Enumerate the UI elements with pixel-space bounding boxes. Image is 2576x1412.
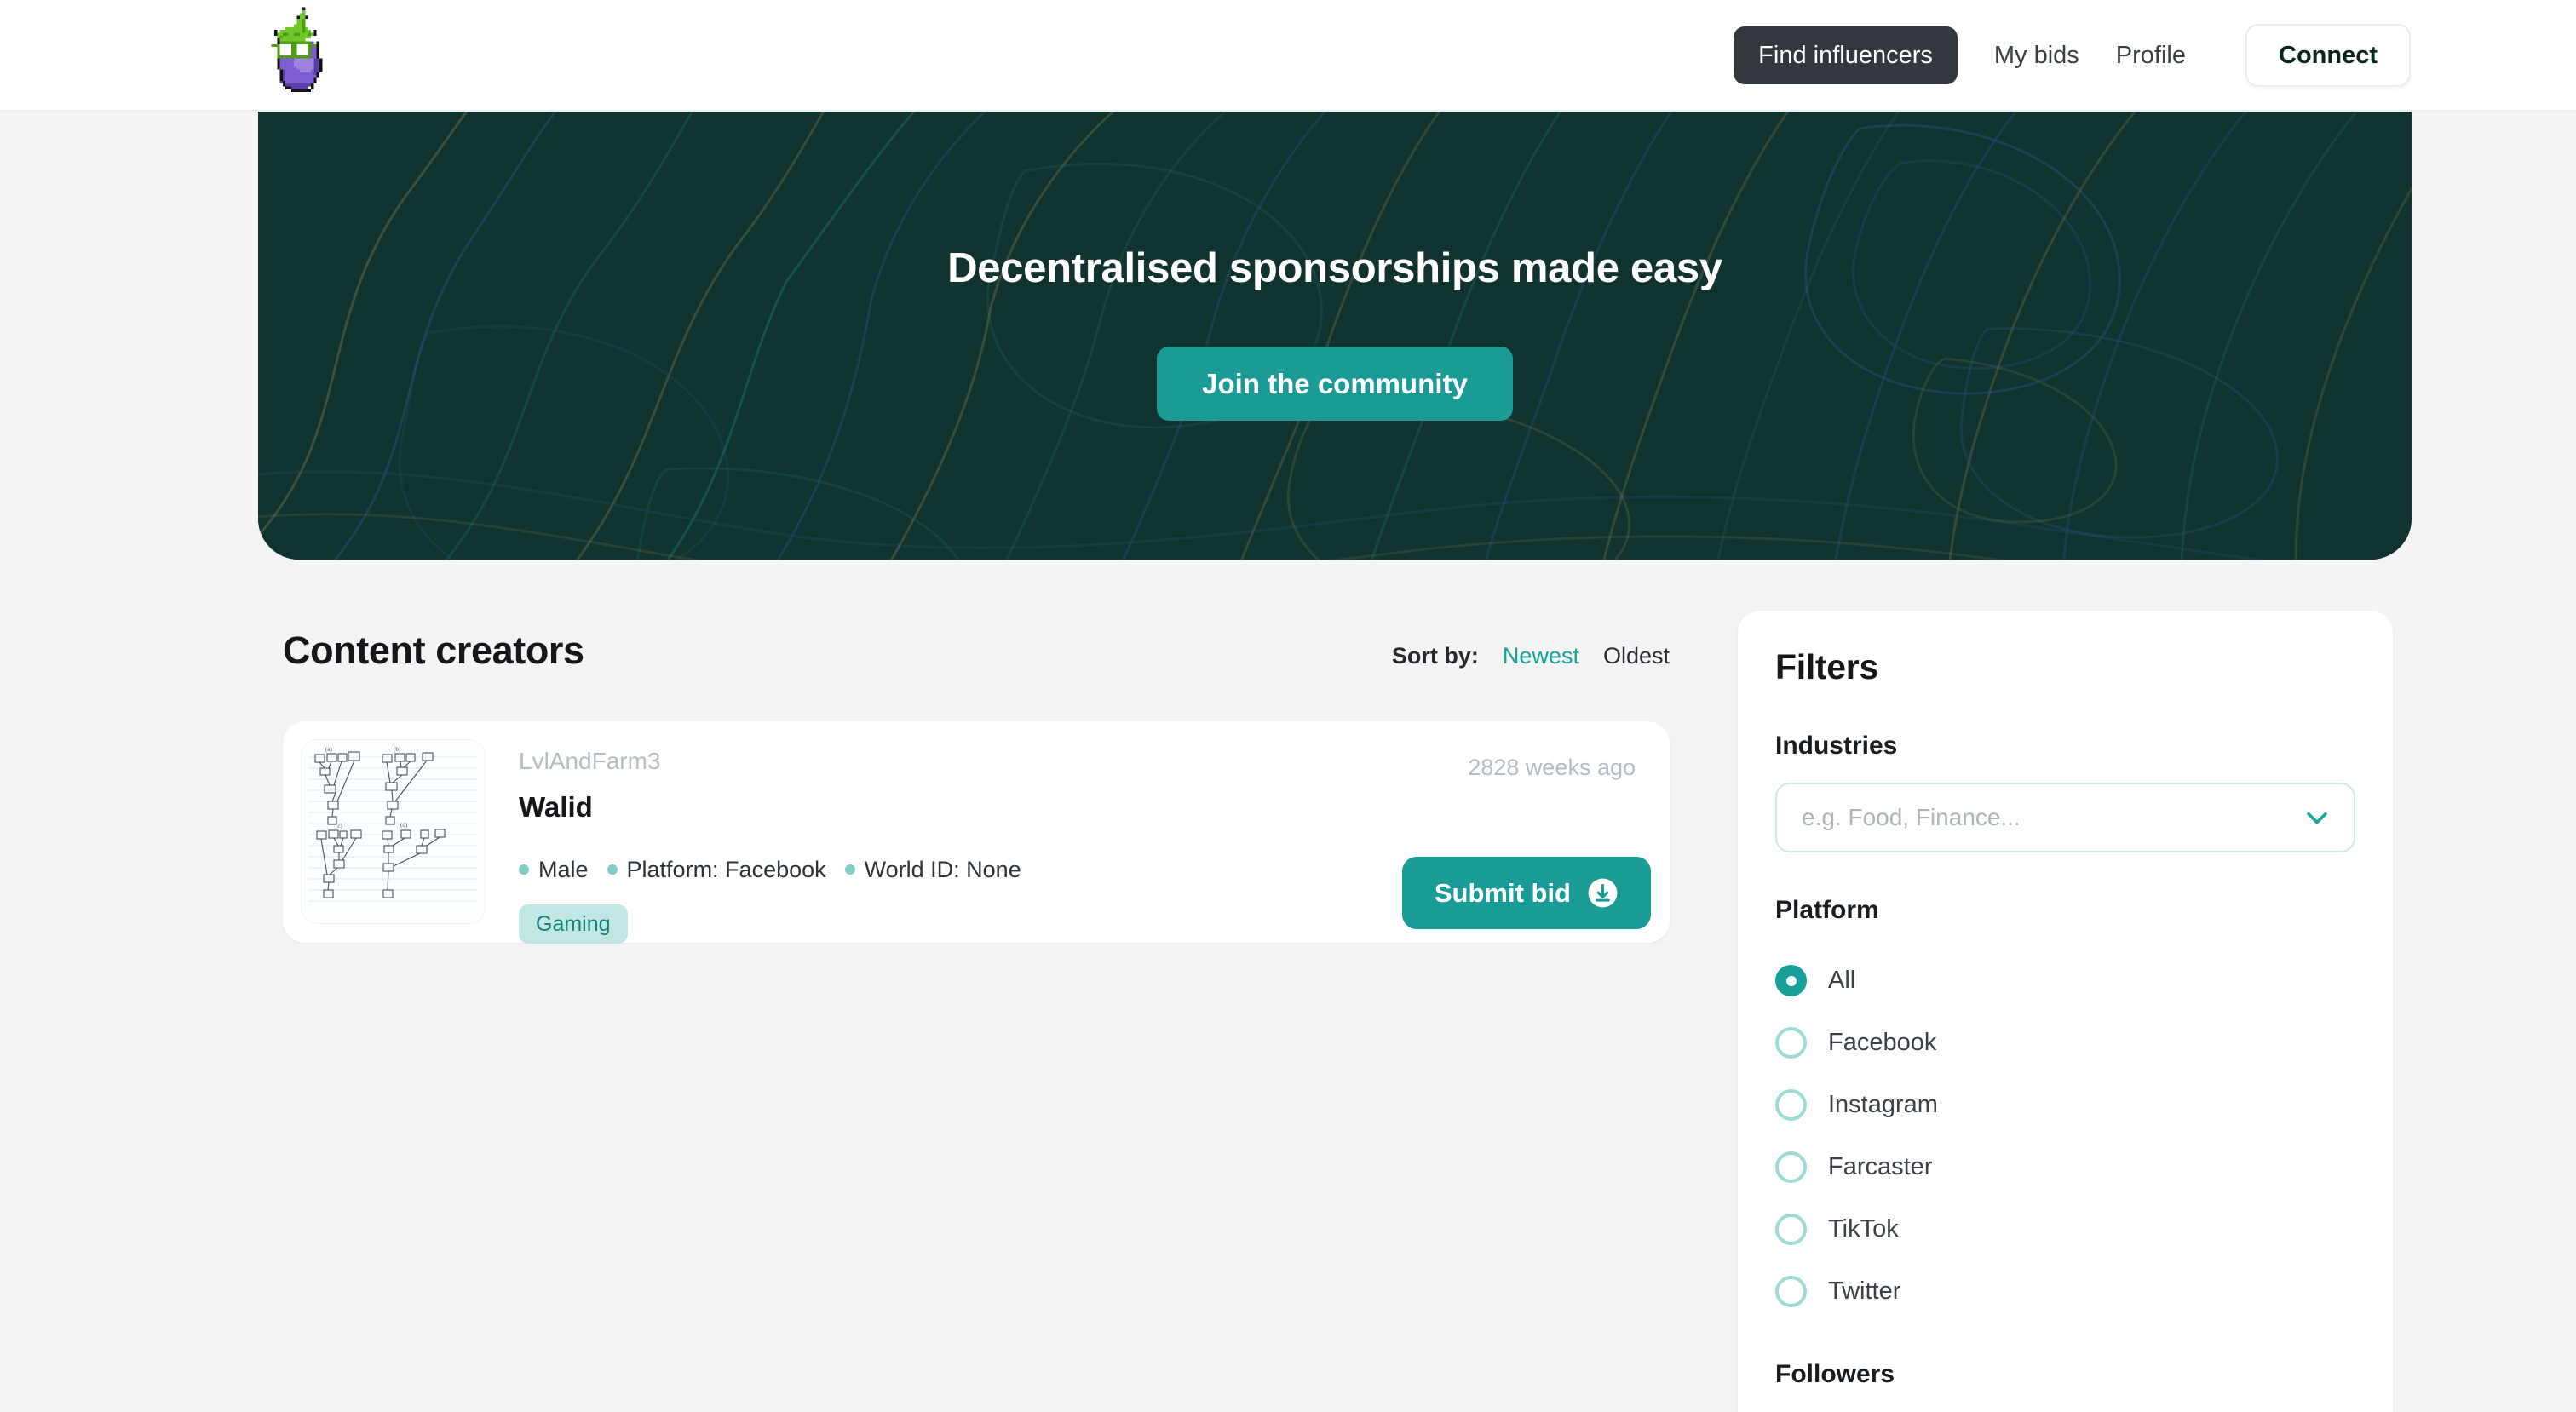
radio-icon[interactable] — [1775, 1151, 1807, 1184]
submit-bid-label: Submit bid — [1434, 877, 1571, 908]
eggplant-pixel-logo[interactable] — [266, 7, 356, 104]
creator-meta-platform-label: Platform: Facebook — [626, 857, 826, 883]
chevron-down-icon — [2307, 812, 2327, 824]
radio-icon[interactable] — [1775, 1214, 1807, 1246]
hero-banner: Decentralised sponsorships made easy Joi… — [258, 112, 2412, 560]
creator-meta-worldid-label: World ID: None — [864, 857, 1021, 883]
bullet-dot-icon — [844, 864, 855, 875]
sort-option-newest[interactable]: Newest — [1503, 642, 1579, 669]
platform-option-facebook[interactable]: Facebook — [1775, 1012, 2355, 1074]
platform-option-tiktok[interactable]: TikTok — [1775, 1198, 2355, 1260]
platform-option-instagram-label: Instagram — [1828, 1091, 1938, 1119]
creator-meta-gender-label: Male — [538, 857, 589, 883]
creator-card[interactable]: (a) (b) (c) (d) LvlAndFarm3 2828 weeks a… — [283, 721, 1670, 944]
creator-name: Walid — [519, 790, 593, 823]
creator-timestamp: 2828 weeks ago — [1468, 755, 1636, 780]
creator-meta-platform: Platform: Facebook — [607, 856, 826, 883]
platform-option-all-label: All — [1828, 967, 1856, 995]
radio-icon[interactable] — [1775, 1276, 1807, 1308]
download-circle-icon — [1588, 878, 1618, 908]
platform-option-twitter[interactable]: Twitter — [1775, 1260, 2355, 1323]
radio-icon[interactable] — [1775, 1089, 1807, 1122]
industries-select[interactable]: e.g. Food, Finance... — [1775, 783, 2355, 853]
platform-option-farcaster-label: Farcaster — [1828, 1153, 1933, 1181]
platform-radio-group: All Facebook Instagram Farcaster TikTok … — [1775, 950, 2355, 1323]
filters-panel: Filters Industries e.g. Food, Finance...… — [1738, 611, 2393, 1412]
industries-placeholder: e.g. Food, Finance... — [1802, 804, 2021, 831]
platform-option-instagram[interactable]: Instagram — [1775, 1074, 2355, 1136]
followers-label: Followers — [1775, 1360, 1895, 1389]
nav-item-my-bids[interactable]: My bids — [1994, 41, 2079, 71]
avatar: (a) (b) (c) (d) — [302, 740, 485, 923]
join-community-button[interactable]: Join the community — [1157, 346, 1513, 422]
submit-bid-button[interactable]: Submit bid — [1401, 856, 1651, 929]
creator-tag-gaming: Gaming — [519, 904, 628, 944]
industries-label: Industries — [1775, 732, 1898, 761]
creator-meta-gender: Male — [519, 856, 589, 883]
svg-text:(a): (a) — [325, 746, 332, 753]
sort-controls: Sort by: Newest Oldest — [1392, 642, 1670, 669]
creators-header: Content creators Sort by: Newest Oldest — [283, 560, 1670, 674]
creator-meta-worldid: World ID: None — [844, 856, 1021, 883]
radio-icon-selected[interactable] — [1775, 965, 1807, 997]
nav-item-profile[interactable]: Profile — [2116, 41, 2186, 71]
site-header: Find influencers My bids Profile Connect — [0, 0, 2576, 111]
platform-option-twitter-label: Twitter — [1828, 1277, 1901, 1306]
sort-option-oldest[interactable]: Oldest — [1603, 642, 1670, 669]
svg-text:(d): (d) — [400, 822, 408, 829]
page-title: Content creators — [283, 629, 584, 672]
platform-option-farcaster[interactable]: Farcaster — [1775, 1136, 2355, 1198]
platform-option-tiktok-label: TikTok — [1828, 1215, 1899, 1243]
nav-item-find-influencers[interactable]: Find influencers — [1734, 26, 1958, 85]
primary-nav: Find influencers My bids Profile Connect — [1734, 0, 2411, 111]
bullet-dot-icon — [519, 864, 529, 875]
creators-column: Content creators Sort by: Newest Oldest — [283, 560, 1670, 944]
main-content: Content creators Sort by: Newest Oldest — [0, 560, 2576, 1412]
svg-text:(b): (b) — [394, 746, 401, 753]
filters-title: Filters — [1775, 647, 1878, 686]
platform-option-facebook-label: Facebook — [1828, 1029, 1937, 1057]
hero-title: Decentralised sponsorships made easy — [947, 245, 1722, 291]
platform-option-all[interactable]: All — [1775, 950, 2355, 1012]
platform-label: Platform — [1775, 896, 1879, 925]
creator-details: LvlAndFarm3 2828 weeks ago Walid Male Pl… — [485, 740, 1651, 944]
svg-text:(c): (c) — [336, 823, 342, 829]
connect-wallet-button[interactable]: Connect — [2245, 23, 2411, 88]
sort-by-label: Sort by: — [1391, 643, 1479, 669]
radio-icon[interactable] — [1775, 1027, 1807, 1059]
bullet-dot-icon — [607, 864, 618, 875]
